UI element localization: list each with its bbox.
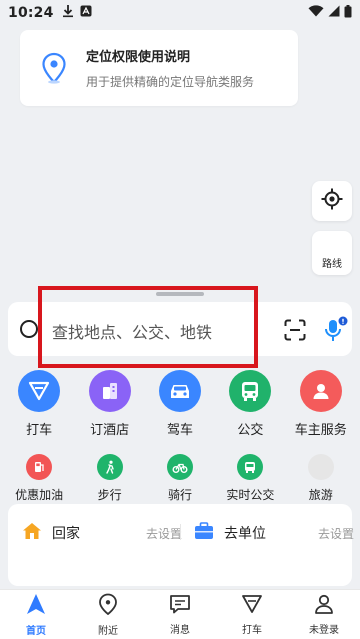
status-bar: 10:24: [0, 0, 360, 26]
taxi-icon: [18, 370, 61, 412]
hotel-icon: [88, 370, 131, 412]
briefcase-icon: [194, 522, 214, 544]
service-bus[interactable]: 公交: [217, 370, 283, 438]
car-owner-icon: [299, 370, 342, 412]
route-button[interactable]: 路线: [312, 231, 352, 275]
permission-title: 定位权限使用说明: [86, 50, 191, 65]
home-icon: [22, 522, 42, 544]
shortcut-divider: [180, 524, 181, 540]
app-notification-icon: [80, 5, 92, 21]
nearby-icon: [98, 593, 118, 619]
user-icon: [314, 594, 334, 618]
search-bar[interactable]: 查找地点、公交、地铁: [8, 302, 352, 356]
service-label: 旅游: [308, 488, 333, 502]
tab-label: 首页: [26, 625, 46, 637]
services-grid: 打车 订酒店 驾车 公交 车主服务 优惠加油 步行 骑行 实时公交 旅游: [0, 370, 360, 503]
bottom-sheet: 查找地点、公交、地铁 打车 订酒店 驾车 公交 车主服务 优惠加油 步行 骑行 …: [0, 286, 360, 639]
message-icon: [169, 594, 191, 618]
service-bike[interactable]: 骑行: [147, 454, 213, 503]
service-label: 订酒店: [90, 423, 130, 438]
bike-icon: [166, 454, 193, 480]
tab-label: 打车: [242, 624, 262, 636]
service-fuel[interactable]: 优惠加油: [6, 454, 72, 503]
search-input[interactable]: 查找地点、公交、地铁: [52, 319, 212, 343]
sheet-drag-handle[interactable]: [156, 292, 204, 296]
service-label: 车主服务: [294, 423, 347, 438]
signal-icon: [328, 5, 340, 21]
work-label: 去单位: [224, 526, 266, 542]
home-nav-icon: [26, 593, 46, 619]
tab-nearby[interactable]: 附近: [72, 590, 144, 639]
service-label: 骑行: [167, 488, 192, 502]
service-hotel[interactable]: 订酒店: [77, 370, 143, 438]
tab-label: 附近: [98, 625, 118, 637]
tab-messages[interactable]: 消息: [144, 590, 216, 639]
service-car-owner[interactable]: 车主服务: [288, 370, 354, 438]
fuel-icon: [26, 454, 53, 480]
home-label: 回家: [52, 526, 80, 542]
work-shortcut[interactable]: 去单位 去设置: [194, 522, 354, 544]
service-realtime-bus[interactable]: 实时公交: [217, 454, 283, 503]
tab-label: 消息: [170, 624, 190, 636]
search-icon: [20, 320, 38, 338]
voice-search-icon[interactable]: [324, 316, 348, 344]
work-setup-link[interactable]: 去设置: [318, 525, 354, 542]
walk-icon: [96, 454, 123, 480]
service-walk[interactable]: 步行: [77, 454, 143, 503]
location-pin-icon: [36, 50, 72, 86]
service-label: 驾车: [166, 423, 193, 438]
car-icon: [158, 370, 201, 412]
download-icon: [62, 4, 74, 22]
shortcuts-card: 回家 去设置 去单位 去设置: [8, 504, 354, 586]
wifi-icon: [308, 5, 324, 21]
service-label: 实时公交: [226, 488, 275, 502]
service-label: 步行: [97, 488, 122, 502]
service-label: 打车: [26, 423, 53, 438]
battery-icon: [344, 4, 352, 22]
location-permission-card[interactable]: 定位权限使用说明 用于提供精确的定位导航类服务: [20, 30, 298, 106]
route-label: 路线: [322, 258, 342, 270]
taxi-tab-icon: [241, 594, 263, 618]
tab-profile[interactable]: 未登录: [288, 590, 360, 639]
scan-icon[interactable]: [284, 319, 306, 341]
tab-label: 未登录: [309, 624, 339, 636]
status-time: 10:24: [8, 5, 54, 21]
realtime-bus-icon: [237, 454, 264, 480]
tab-home[interactable]: 首页: [0, 590, 72, 639]
permission-description: 用于提供精确的定位导航类服务: [86, 75, 255, 89]
service-taxi[interactable]: 打车: [6, 370, 72, 438]
service-travel[interactable]: 旅游: [288, 454, 354, 503]
locate-button[interactable]: [312, 181, 352, 221]
travel-icon: [307, 454, 334, 480]
bottom-tab-bar: 首页 附近 消息 打车 未登录: [0, 589, 360, 639]
tab-taxi[interactable]: 打车: [216, 590, 288, 639]
service-label: 公交: [237, 423, 264, 438]
crosshair-icon: [321, 188, 343, 214]
bus-icon: [229, 370, 272, 412]
home-setup-link[interactable]: 去设置: [146, 525, 182, 542]
service-label: 优惠加油: [15, 488, 64, 502]
home-shortcut[interactable]: 回家 去设置: [22, 522, 182, 544]
service-drive[interactable]: 驾车: [147, 370, 213, 438]
